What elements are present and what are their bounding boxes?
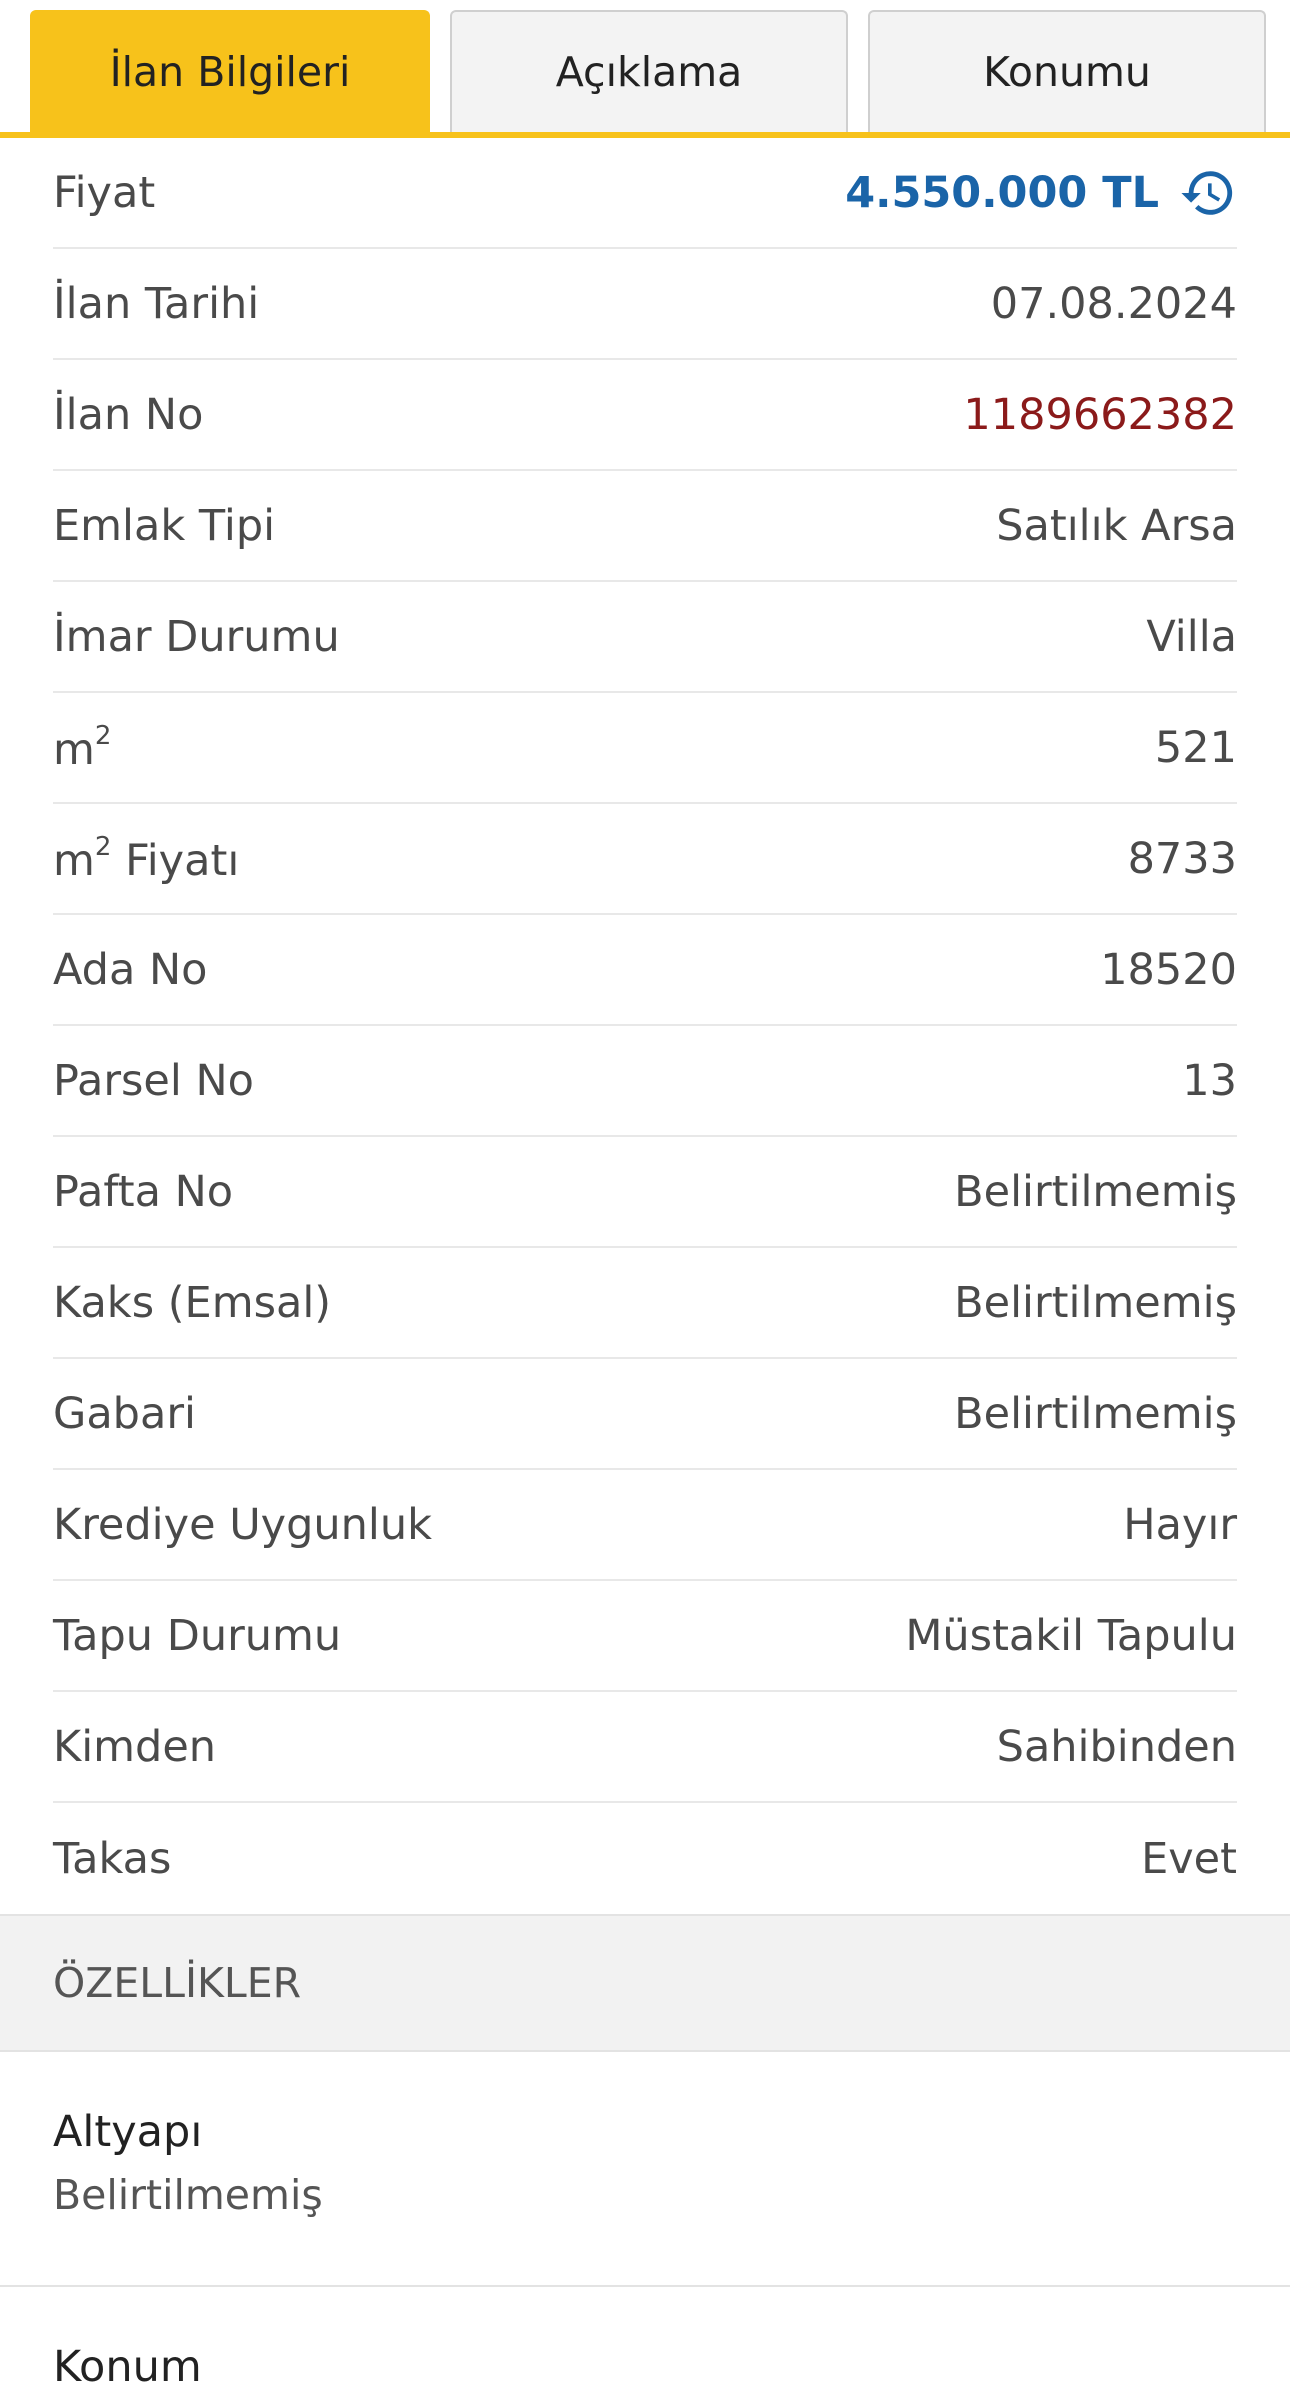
sheet-no-value: Belirtilmemiş — [954, 1166, 1237, 1217]
detail-row-date: İlan Tarihi 07.08.2024 — [53, 249, 1237, 360]
property-type-label: Emlak Tipi — [53, 500, 276, 551]
feature-title: Altyapı — [53, 2107, 203, 2157]
from-label: Kimden — [53, 1721, 217, 1772]
detail-row-from: Kimden Sahibinden — [53, 1692, 1237, 1803]
feature-item-altyapi: Altyapı Belirtilmemiş — [53, 2107, 1237, 2219]
features-section-header: ÖZELLİKLER — [0, 1914, 1290, 2052]
price-per-m2-label-sup: 2 — [94, 831, 112, 862]
property-type-value: Satılık Arsa — [996, 500, 1237, 551]
listing-no-value: 1189662382 — [963, 389, 1237, 440]
detail-row-listing-no: İlan No 1189662382 — [53, 360, 1237, 471]
detail-row-parcel-no: Parsel No 13 — [53, 1026, 1237, 1137]
tab-aciklama[interactable]: Açıklama — [450, 10, 848, 132]
price-per-m2-value: 8733 — [1127, 833, 1237, 884]
detail-row-zoning: İmar Durumu Villa — [53, 582, 1237, 693]
detail-row-price: Fiyat 4.550.000 TL — [53, 138, 1237, 249]
detail-row-swap: Takas Evet — [53, 1803, 1237, 1914]
gabari-value: Belirtilmemiş — [954, 1388, 1237, 1439]
block-no-label: Ada No — [53, 944, 208, 995]
kaks-value: Belirtilmemiş — [954, 1277, 1237, 1328]
from-value: Sahibinden — [996, 1721, 1237, 1772]
tab-ilan-bilgileri[interactable]: İlan Bilgileri — [30, 10, 430, 132]
zoning-label: İmar Durumu — [53, 611, 340, 662]
date-label: İlan Tarihi — [53, 278, 260, 329]
detail-row-price-per-m2: m2 Fiyatı 8733 — [53, 804, 1237, 915]
credit-value: Hayır — [1123, 1499, 1237, 1550]
price-per-m2-label-prefix: m — [53, 835, 95, 886]
zoning-value: Villa — [1146, 611, 1237, 662]
detail-row-property-type: Emlak Tipi Satılık Arsa — [53, 471, 1237, 582]
credit-label: Krediye Uygunluk — [53, 1499, 433, 1550]
detail-row-kaks: Kaks (Emsal) Belirtilmemiş — [53, 1248, 1237, 1359]
parcel-no-value: 13 — [1182, 1055, 1237, 1106]
detail-row-gabari: Gabari Belirtilmemiş — [53, 1359, 1237, 1470]
price-history-icon[interactable] — [1179, 164, 1237, 222]
detail-row-area: m2 521 — [53, 693, 1237, 804]
deed-value: Müstakil Tapulu — [905, 1610, 1237, 1661]
swap-value: Evet — [1141, 1833, 1237, 1884]
tab-bar: İlan Bilgileri Açıklama Konumu — [0, 0, 1290, 138]
deed-label: Tapu Durumu — [53, 1610, 342, 1661]
parcel-no-label: Parsel No — [53, 1055, 254, 1106]
kaks-label: Kaks (Emsal) — [53, 1277, 332, 1328]
listing-no-label: İlan No — [53, 389, 204, 440]
area-label-base: m — [53, 724, 95, 775]
price-value-wrap[interactable]: 4.550.000 TL — [845, 164, 1237, 222]
detail-row-block-no: Ada No 18520 — [53, 915, 1237, 1026]
price-value[interactable]: 4.550.000 TL — [845, 168, 1159, 218]
tab-konumu[interactable]: Konumu — [868, 10, 1266, 132]
gabari-label: Gabari — [53, 1388, 196, 1439]
price-label: Fiyat — [53, 167, 156, 218]
detail-row-sheet-no: Pafta No Belirtilmemiş — [53, 1137, 1237, 1248]
price-per-m2-label: m2 Fiyatı — [53, 832, 239, 886]
date-value: 07.08.2024 — [990, 278, 1237, 329]
block-no-value: 18520 — [1100, 944, 1237, 995]
detail-row-credit: Krediye Uygunluk Hayır — [53, 1470, 1237, 1581]
feature-divider — [0, 2285, 1290, 2287]
area-value: 521 — [1154, 722, 1237, 773]
feature-value: Belirtilmemiş — [53, 2171, 323, 2219]
listing-details: Fiyat 4.550.000 TL İlan Tarihi 07.08.202… — [0, 138, 1290, 1914]
sheet-no-label: Pafta No — [53, 1166, 234, 1217]
price-per-m2-label-suffix: Fiyatı — [111, 835, 240, 886]
area-label: m2 — [53, 721, 111, 775]
detail-row-deed: Tapu Durumu Müstakil Tapulu — [53, 1581, 1237, 1692]
swap-label: Takas — [53, 1833, 172, 1884]
area-label-sup: 2 — [94, 720, 112, 751]
